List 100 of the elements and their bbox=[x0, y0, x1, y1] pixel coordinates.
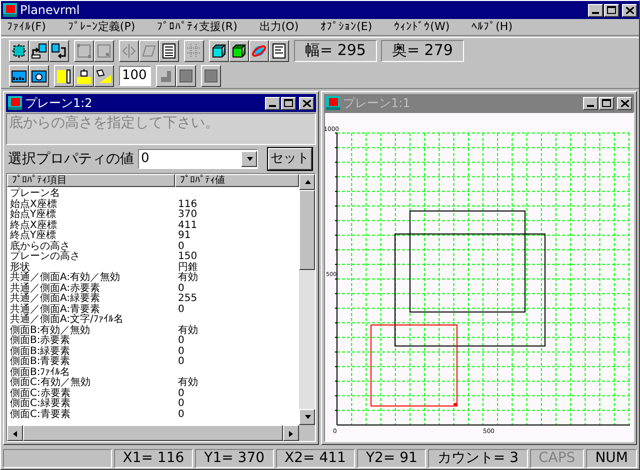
menu-item[interactable]: ﾌﾟﾚｰﾝ定義(P) bbox=[68, 18, 136, 36]
combo-value: 0 bbox=[140, 150, 150, 168]
menu-item[interactable]: 出力(O) bbox=[259, 18, 299, 36]
spotlight-icon bbox=[96, 68, 112, 84]
property-name: 側面B:ﾌｧｲﾙ名 bbox=[9, 368, 70, 378]
chart-icon bbox=[11, 68, 27, 84]
toolbar-button[interactable] bbox=[159, 40, 179, 62]
toolbar-button[interactable] bbox=[249, 40, 269, 62]
property-name: 終点Y座標 bbox=[9, 231, 56, 241]
menu-item[interactable]: ﾌﾟﾛﾊﾟﾃｨ支援(R) bbox=[157, 18, 238, 36]
value-combo-box[interactable]: 0 bbox=[138, 149, 258, 169]
toolbar-button[interactable] bbox=[9, 40, 29, 62]
toolbar-button[interactable] bbox=[269, 40, 289, 62]
property-name: 底からの高さ bbox=[9, 242, 71, 252]
dropdown-button[interactable] bbox=[241, 151, 257, 167]
maximize-button[interactable] bbox=[281, 96, 296, 110]
close-icon bbox=[302, 100, 310, 106]
property-name: 側面B:青要素 bbox=[9, 357, 72, 367]
parallelogram-icon bbox=[141, 42, 157, 58]
ring-icon bbox=[251, 42, 267, 58]
grid-icon bbox=[186, 42, 202, 58]
toolbar-button[interactable] bbox=[94, 64, 114, 86]
maximize-button[interactable] bbox=[599, 96, 614, 110]
property-name: 共通／側面A:有効／無効 bbox=[9, 273, 122, 283]
plane-rectangle[interactable] bbox=[410, 210, 526, 312]
close-button[interactable] bbox=[617, 96, 632, 110]
size-grip[interactable] bbox=[299, 425, 315, 441]
list-icon bbox=[161, 42, 177, 58]
property-name: 側面B:赤要素 bbox=[9, 336, 70, 346]
app-icon bbox=[326, 96, 340, 110]
frame-icon bbox=[96, 42, 112, 58]
close-button[interactable] bbox=[622, 4, 637, 16]
hint-text: 底からの高さを指定して下さい。 bbox=[6, 113, 316, 145]
property-name: 側面B:緑要素 bbox=[9, 346, 72, 356]
menu-item[interactable]: ｵﾌﾟｼｮﾝ(E) bbox=[320, 18, 372, 36]
status-text: Y2= 91 bbox=[356, 449, 426, 468]
property-name: 側面C:赤要素 bbox=[9, 388, 72, 398]
page-arrow-icon bbox=[51, 42, 67, 58]
maximize-button[interactable] bbox=[604, 4, 619, 16]
set-button[interactable]: セット bbox=[268, 148, 312, 170]
toolbar-button[interactable] bbox=[229, 40, 249, 62]
minimize-icon bbox=[592, 12, 599, 14]
dimension-readout: 幅= 295 bbox=[294, 40, 377, 62]
column-header[interactable]: ﾌﾟﾛﾊﾟﾃｨ値 bbox=[175, 174, 299, 187]
property-value: 0 bbox=[177, 242, 186, 252]
frame-icon bbox=[76, 42, 92, 58]
minimize-button[interactable] bbox=[265, 96, 280, 110]
property-value: 0 bbox=[177, 410, 186, 420]
scroll-left-button[interactable] bbox=[7, 425, 23, 441]
arrow-icon bbox=[304, 178, 310, 186]
arrow-icon bbox=[12, 430, 18, 436]
menu-item[interactable]: ﾌｧｲﾙ(F) bbox=[7, 18, 46, 36]
child-window-title: プレーン1:1 bbox=[343, 95, 410, 112]
property-name: 始点X座標 bbox=[9, 200, 58, 210]
property-name: 共通／側面A:青要素 bbox=[9, 304, 102, 314]
property-name: 共通／側面A:緑要素 bbox=[9, 294, 102, 304]
lamp-icon bbox=[76, 68, 92, 84]
maximize-icon bbox=[602, 99, 611, 107]
property-value: 0 bbox=[177, 388, 186, 398]
toolbar-button[interactable] bbox=[29, 40, 49, 62]
minimize-button[interactable] bbox=[588, 4, 603, 16]
property-value: 0 bbox=[177, 399, 186, 410]
toolbar-button[interactable] bbox=[9, 64, 29, 86]
plane-rectangle[interactable] bbox=[394, 234, 546, 346]
square-icon bbox=[203, 68, 219, 84]
toolbar-button[interactable] bbox=[209, 40, 229, 62]
toolbar-button[interactable] bbox=[49, 40, 69, 62]
property-value: 0 bbox=[177, 357, 186, 368]
menu-item[interactable]: ﾍﾙﾌﾟ(H) bbox=[472, 18, 512, 36]
property-name: プレーン名 bbox=[9, 189, 61, 199]
property-value: 0 bbox=[177, 284, 186, 294]
toolbar-button[interactable] bbox=[29, 64, 49, 86]
toolbar-button[interactable] bbox=[74, 64, 94, 86]
app-icon bbox=[3, 3, 17, 17]
property-value: 370 bbox=[177, 210, 198, 220]
scroll-right-button[interactable] bbox=[283, 425, 299, 441]
scroll-down-button[interactable] bbox=[299, 409, 315, 425]
value-label: 選択プロパティの値 bbox=[8, 150, 134, 168]
arrow-icon bbox=[304, 414, 310, 420]
status-text: Y1= 370 bbox=[195, 449, 274, 468]
camera-icon bbox=[31, 68, 47, 84]
number-field[interactable]: 100 bbox=[119, 66, 151, 86]
menu-item[interactable]: ｳｨﾝﾄﾞｳ(W) bbox=[394, 18, 450, 36]
vertical-scrollbar[interactable] bbox=[299, 174, 315, 425]
property-value: 255 bbox=[177, 294, 198, 304]
toolbar-button[interactable] bbox=[54, 64, 74, 86]
app-icon bbox=[8, 96, 22, 110]
column-header[interactable]: ﾌﾟﾛﾊﾟﾃｨ項目 bbox=[7, 174, 175, 187]
maximize-icon bbox=[284, 99, 293, 107]
property-name: 共通／側面A:文字/ﾌｧｲﾙ名 bbox=[9, 315, 124, 325]
scroll-thumb[interactable] bbox=[299, 190, 315, 270]
document-icon bbox=[271, 42, 287, 58]
status-text: X2= 411 bbox=[276, 449, 355, 468]
status-text: NUM bbox=[586, 449, 637, 468]
close-button[interactable] bbox=[299, 96, 314, 110]
minimize-icon bbox=[269, 104, 276, 106]
property-value: 91 bbox=[177, 231, 192, 242]
property-name: 側面C:青要素 bbox=[9, 410, 72, 420]
scroll-up-button[interactable] bbox=[299, 174, 315, 190]
minimize-button[interactable] bbox=[583, 96, 598, 110]
